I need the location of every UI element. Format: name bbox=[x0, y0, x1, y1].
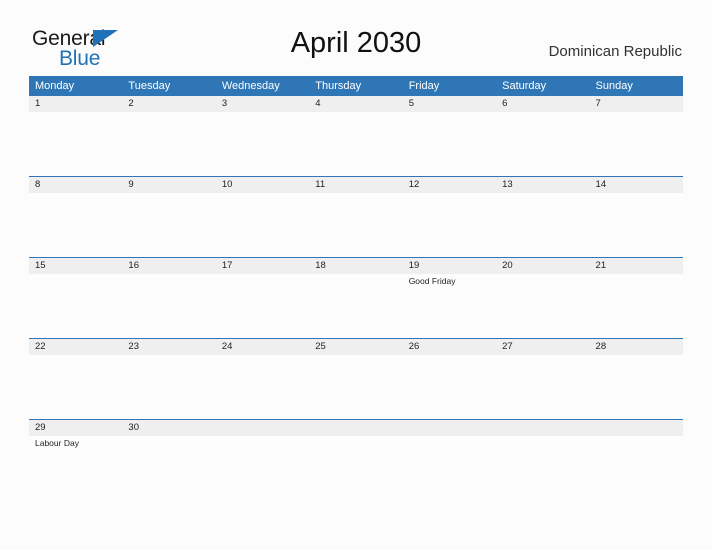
weekday-tuesday: Tuesday bbox=[128, 80, 171, 92]
day-cell[interactable] bbox=[496, 193, 589, 257]
day-number[interactable]: 15 bbox=[29, 258, 122, 274]
day-number[interactable]: 9 bbox=[122, 177, 215, 193]
weekday-sunday: Sunday bbox=[595, 80, 633, 92]
day-cell[interactable] bbox=[29, 193, 122, 257]
day-number[interactable]: 19 bbox=[403, 258, 496, 274]
day-cell[interactable] bbox=[122, 112, 215, 176]
weekday-header-row: Monday Tuesday Wednesday Thursday Friday… bbox=[29, 76, 683, 96]
day-cell bbox=[403, 436, 496, 500]
day-number[interactable]: 26 bbox=[403, 339, 496, 355]
calendar-table: Monday Tuesday Wednesday Thursday Friday… bbox=[29, 76, 683, 500]
day-number[interactable]: 27 bbox=[496, 339, 589, 355]
day-cell[interactable] bbox=[590, 112, 683, 176]
day-number[interactable]: 5 bbox=[403, 96, 496, 112]
day-cell[interactable] bbox=[122, 436, 215, 500]
day-number[interactable]: 25 bbox=[309, 339, 402, 355]
day-number bbox=[590, 420, 683, 436]
day-number[interactable]: 18 bbox=[309, 258, 402, 274]
day-number[interactable]: 20 bbox=[496, 258, 589, 274]
day-number bbox=[403, 420, 496, 436]
day-number[interactable]: 14 bbox=[590, 177, 683, 193]
day-cell[interactable] bbox=[216, 193, 309, 257]
day-cell bbox=[496, 436, 589, 500]
day-number bbox=[496, 420, 589, 436]
day-cell bbox=[216, 436, 309, 500]
day-cell[interactable] bbox=[590, 355, 683, 419]
day-cell[interactable] bbox=[403, 193, 496, 257]
day-cell[interactable] bbox=[29, 355, 122, 419]
weekday-monday: Monday bbox=[35, 80, 75, 92]
weekday-friday: Friday bbox=[408, 80, 440, 92]
day-number[interactable]: 29 bbox=[29, 420, 122, 436]
day-cell[interactable] bbox=[403, 112, 496, 176]
week-date-band: 1 2 3 4 5 6 7 bbox=[29, 96, 683, 112]
country-label: Dominican Republic bbox=[548, 43, 682, 60]
week-row: 8 9 10 11 12 13 14 bbox=[29, 176, 683, 257]
week-row: 22 23 24 25 26 27 28 bbox=[29, 338, 683, 419]
weekday-thursday: Thursday bbox=[315, 80, 362, 92]
week-row: 29 30 Labour Day bbox=[29, 419, 683, 500]
week-event-band: Good Friday bbox=[29, 274, 683, 338]
day-number[interactable]: 12 bbox=[403, 177, 496, 193]
day-cell[interactable] bbox=[122, 274, 215, 338]
week-date-band: 15 16 17 18 19 20 21 bbox=[29, 258, 683, 274]
day-cell[interactable] bbox=[496, 274, 589, 338]
day-cell[interactable] bbox=[496, 355, 589, 419]
weekday-wednesday: Wednesday bbox=[221, 80, 280, 92]
day-number[interactable]: 4 bbox=[309, 96, 402, 112]
week-date-band: 29 30 bbox=[29, 420, 683, 436]
day-number[interactable]: 8 bbox=[29, 177, 122, 193]
day-event-label: Good Friday bbox=[408, 276, 456, 286]
day-number[interactable]: 22 bbox=[29, 339, 122, 355]
day-cell[interactable] bbox=[590, 193, 683, 257]
day-cell[interactable] bbox=[309, 193, 402, 257]
day-cell[interactable] bbox=[309, 355, 402, 419]
day-cell[interactable] bbox=[122, 355, 215, 419]
day-cell[interactable] bbox=[29, 112, 122, 176]
day-number[interactable]: 7 bbox=[590, 96, 683, 112]
week-row: 15 16 17 18 19 20 21 Good Friday bbox=[29, 257, 683, 338]
week-event-band: Labour Day bbox=[29, 436, 683, 500]
day-cell[interactable] bbox=[216, 355, 309, 419]
day-cell bbox=[590, 436, 683, 500]
weekday-saturday: Saturday bbox=[502, 80, 547, 92]
week-date-band: 22 23 24 25 26 27 28 bbox=[29, 339, 683, 355]
day-cell[interactable]: Good Friday bbox=[403, 274, 496, 338]
day-cell[interactable] bbox=[590, 274, 683, 338]
day-number[interactable]: 21 bbox=[590, 258, 683, 274]
day-cell[interactable] bbox=[29, 274, 122, 338]
day-cell[interactable] bbox=[122, 193, 215, 257]
day-number[interactable]: 16 bbox=[122, 258, 215, 274]
day-number[interactable]: 13 bbox=[496, 177, 589, 193]
day-number[interactable]: 30 bbox=[122, 420, 215, 436]
day-number[interactable]: 10 bbox=[216, 177, 309, 193]
day-cell[interactable]: Labour Day bbox=[29, 436, 122, 500]
week-event-band bbox=[29, 193, 683, 257]
calendar-page: General Blue April 2030 Dominican Republ… bbox=[0, 0, 712, 550]
day-cell[interactable] bbox=[216, 112, 309, 176]
day-number[interactable]: 6 bbox=[496, 96, 589, 112]
week-row: 1 2 3 4 5 6 7 bbox=[29, 96, 683, 176]
week-event-band bbox=[29, 112, 683, 176]
day-number[interactable]: 1 bbox=[29, 96, 122, 112]
day-number[interactable]: 28 bbox=[590, 339, 683, 355]
page-header: General Blue April 2030 Dominican Republ… bbox=[0, 0, 712, 76]
week-event-band bbox=[29, 355, 683, 419]
day-number[interactable]: 11 bbox=[309, 177, 402, 193]
day-event-label: Labour Day bbox=[35, 438, 79, 448]
day-cell[interactable] bbox=[216, 274, 309, 338]
day-cell[interactable] bbox=[496, 112, 589, 176]
day-number[interactable]: 24 bbox=[216, 339, 309, 355]
day-number[interactable]: 3 bbox=[216, 96, 309, 112]
day-cell bbox=[309, 436, 402, 500]
day-cell[interactable] bbox=[309, 112, 402, 176]
day-number[interactable]: 17 bbox=[216, 258, 309, 274]
day-cell[interactable] bbox=[403, 355, 496, 419]
day-number[interactable]: 2 bbox=[122, 96, 215, 112]
day-cell[interactable] bbox=[309, 274, 402, 338]
day-number bbox=[309, 420, 402, 436]
day-number[interactable]: 23 bbox=[122, 339, 215, 355]
week-date-band: 8 9 10 11 12 13 14 bbox=[29, 177, 683, 193]
day-number bbox=[216, 420, 309, 436]
